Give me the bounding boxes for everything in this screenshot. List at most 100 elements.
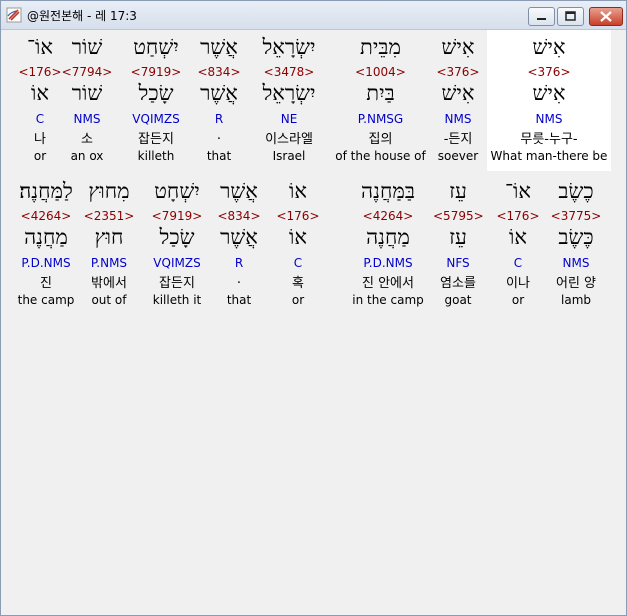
hebrew-word: אוֹ־ bbox=[504, 179, 531, 203]
english-gloss: an ox bbox=[70, 149, 104, 163]
strong-number: <2351> bbox=[83, 209, 135, 223]
word-cell[interactable]: מִחוּץ <2351> חוּץ P.NMS 밖에서 out of bbox=[79, 174, 139, 314]
word-cell[interactable]: יִשְׁחָט <7919> שָׂכַל VQIMZS 잡든지 killeth it bbox=[140, 174, 214, 314]
hebrew-word: אִישׁ bbox=[441, 35, 475, 59]
strong-number: <1004> bbox=[355, 65, 406, 79]
word-cell[interactable]: יִשְׂרָאֵל <3478> יִשְׂרָאֵל NE 이스라엘 Israel bbox=[245, 30, 333, 171]
korean-gloss: 혹 bbox=[292, 276, 304, 291]
english-gloss: that bbox=[226, 293, 252, 307]
english-gloss: that bbox=[206, 149, 232, 163]
korean-gloss: 진 안에서 bbox=[362, 276, 414, 291]
verse-row: לַמַּחֲנֶה׃ <4264> מַחֲנֶה P.D.NMS 진 the camp… bbox=[7, 174, 620, 314]
lemma: שׁוֹר bbox=[71, 81, 103, 105]
hebrew-word: לַמַּחֲנֶה׃ bbox=[19, 179, 73, 203]
morphology-code: VQIMZS bbox=[132, 112, 180, 126]
word-cell[interactable]: שׁוֹר <7794> שׁוֹר NMS 소 an ox bbox=[56, 30, 118, 171]
word-cell-selected[interactable]: אִישׁ <376> אִישׁ NMS 무릇-누구- What man-there b… bbox=[487, 30, 611, 171]
word-cell[interactable]: אִישׁ <376> אִישׁ NMS -든지 soever bbox=[427, 30, 489, 171]
close-icon bbox=[600, 11, 612, 22]
korean-gloss: . bbox=[216, 128, 222, 143]
morphology-code: P.D.NMS bbox=[363, 256, 413, 270]
scroll-icon bbox=[6, 7, 22, 23]
lemma: אֲשֶׁר bbox=[200, 81, 238, 105]
maximize-button[interactable] bbox=[557, 7, 584, 26]
hebrew-word: אֲשֶׁר bbox=[200, 35, 238, 59]
strong-number: <7919> bbox=[151, 209, 203, 223]
interlinear-view: אוֹ־ <176> אוֹ C 나 or שׁוֹר <7794> שׁוֹר NMS 소 an o… bbox=[7, 30, 620, 609]
english-gloss: in the camp bbox=[352, 293, 424, 307]
hebrew-word: אוֹ bbox=[289, 179, 307, 203]
english-gloss: or bbox=[511, 293, 525, 307]
strong-number: <7919> bbox=[130, 65, 182, 79]
korean-gloss: . bbox=[236, 272, 242, 287]
hebrew-word: יִשְׁחַט bbox=[133, 35, 179, 59]
hebrew-word: מִבֵּית bbox=[360, 35, 401, 59]
morphology-code: C bbox=[513, 256, 523, 270]
verse-row: אוֹ־ <176> אוֹ C 나 or שׁוֹר <7794> שׁוֹר NMS 소 an o… bbox=[7, 30, 620, 171]
korean-gloss: 잡든지 bbox=[138, 132, 174, 147]
lemma: כֶּשֶׂב bbox=[558, 225, 594, 249]
word-cell[interactable]: בַּמַּחֲנֶה <4264> מַחֲנֶה P.D.NMS 진 안에서 in t… bbox=[328, 174, 448, 314]
close-button[interactable] bbox=[589, 7, 623, 26]
english-gloss: of the house of bbox=[335, 149, 426, 163]
strong-number: <834> bbox=[217, 209, 261, 223]
morphology-code: P.NMSG bbox=[357, 112, 404, 126]
english-gloss: soever bbox=[437, 149, 479, 163]
hebrew-word: אִישׁ bbox=[532, 35, 566, 59]
word-cell[interactable]: עֵז <5795> עֵז NFS 염소를 goat bbox=[433, 174, 484, 314]
title-bar[interactable]: @원전본해 - 레 17:3 bbox=[1, 1, 626, 30]
word-cell[interactable]: יִשְׁחַט <7919> שָׂכַל VQIMZS 잡든지 killeth bbox=[119, 30, 193, 171]
minimize-button[interactable] bbox=[528, 7, 555, 26]
word-cell[interactable]: אֲשֶׁר <834> אֲשֶׁר R. that bbox=[190, 30, 248, 171]
minimize-icon bbox=[537, 18, 546, 20]
morphology-code: NE bbox=[280, 112, 298, 126]
english-gloss: lamb bbox=[561, 293, 591, 307]
morphology-code: C bbox=[293, 256, 303, 270]
lemma: אִישׁ bbox=[532, 81, 566, 105]
morphology-code: NMS bbox=[444, 112, 472, 126]
window-title: @원전본해 - 레 17:3 bbox=[27, 9, 137, 23]
korean-gloss: 잡든지 bbox=[159, 276, 195, 291]
word-cell[interactable]: אֲשֶׁר <834> אֲשֶׁר R. that bbox=[210, 174, 268, 314]
strong-number: <7794> bbox=[61, 65, 113, 79]
lemma: חוּץ bbox=[94, 225, 124, 249]
hebrew-word: כֶשֶׂב bbox=[558, 179, 594, 203]
lemma: יִשְׂרָאֵל bbox=[262, 81, 316, 105]
strong-number: <376> bbox=[436, 65, 480, 79]
strong-number: <4264> bbox=[20, 209, 72, 223]
korean-gloss: 이나 bbox=[506, 276, 530, 291]
word-cell[interactable]: לַמַּחֲנֶה׃ <4264> מַחֲנֶה P.D.NMS 진 the camp bbox=[12, 174, 80, 314]
english-gloss: killeth it bbox=[152, 293, 202, 307]
word-cell[interactable]: אוֹ־ <176> אוֹ C 이나 or bbox=[495, 174, 541, 314]
morphology-code: NMS bbox=[73, 112, 101, 126]
morphology-code: R bbox=[214, 112, 224, 126]
lemma: שָׂכַל bbox=[159, 225, 195, 249]
strong-number: <176> bbox=[496, 209, 540, 223]
morphology-code: NFS bbox=[446, 256, 470, 270]
word-cell[interactable]: אוֹ <176> אוֹ C 혹 or bbox=[267, 174, 329, 314]
strong-number: <376> bbox=[527, 65, 571, 79]
strong-number: <3775> bbox=[550, 209, 602, 223]
korean-gloss: 이스라엘 bbox=[265, 132, 313, 147]
english-gloss: goat bbox=[444, 293, 472, 307]
hebrew-word: יִשְׂרָאֵל bbox=[262, 35, 316, 59]
morphology-code: VQIMZS bbox=[153, 256, 201, 270]
morphology-code: P.NMS bbox=[90, 256, 128, 270]
lemma: אֲשֶׁר bbox=[220, 225, 258, 249]
korean-gloss: -든지 bbox=[443, 132, 473, 147]
strong-number: <834> bbox=[197, 65, 241, 79]
lemma: אוֹ bbox=[289, 225, 307, 249]
morphology-code: R bbox=[234, 256, 244, 270]
maximize-icon bbox=[565, 11, 576, 21]
word-cell[interactable]: כֶשֶׂב <3775> כֶּשֶׂב NMS 어린 양 lamb bbox=[542, 174, 610, 314]
hebrew-word: עֵז bbox=[449, 179, 467, 203]
morphology-code: P.D.NMS bbox=[21, 256, 71, 270]
word-cell[interactable]: מִבֵּית <1004> בַּיִת P.NMSG 집의 of the house … bbox=[333, 30, 428, 171]
hebrew-word: יִשְׁחָט bbox=[154, 179, 200, 203]
lemma: מַחֲנֶה bbox=[366, 225, 410, 249]
morphology-code: NMS bbox=[535, 112, 563, 126]
hebrew-word: שׁוֹר bbox=[71, 35, 103, 59]
english-gloss: out of bbox=[91, 293, 127, 307]
lemma: עֵז bbox=[449, 225, 467, 249]
lemma: אִישׁ bbox=[441, 81, 475, 105]
